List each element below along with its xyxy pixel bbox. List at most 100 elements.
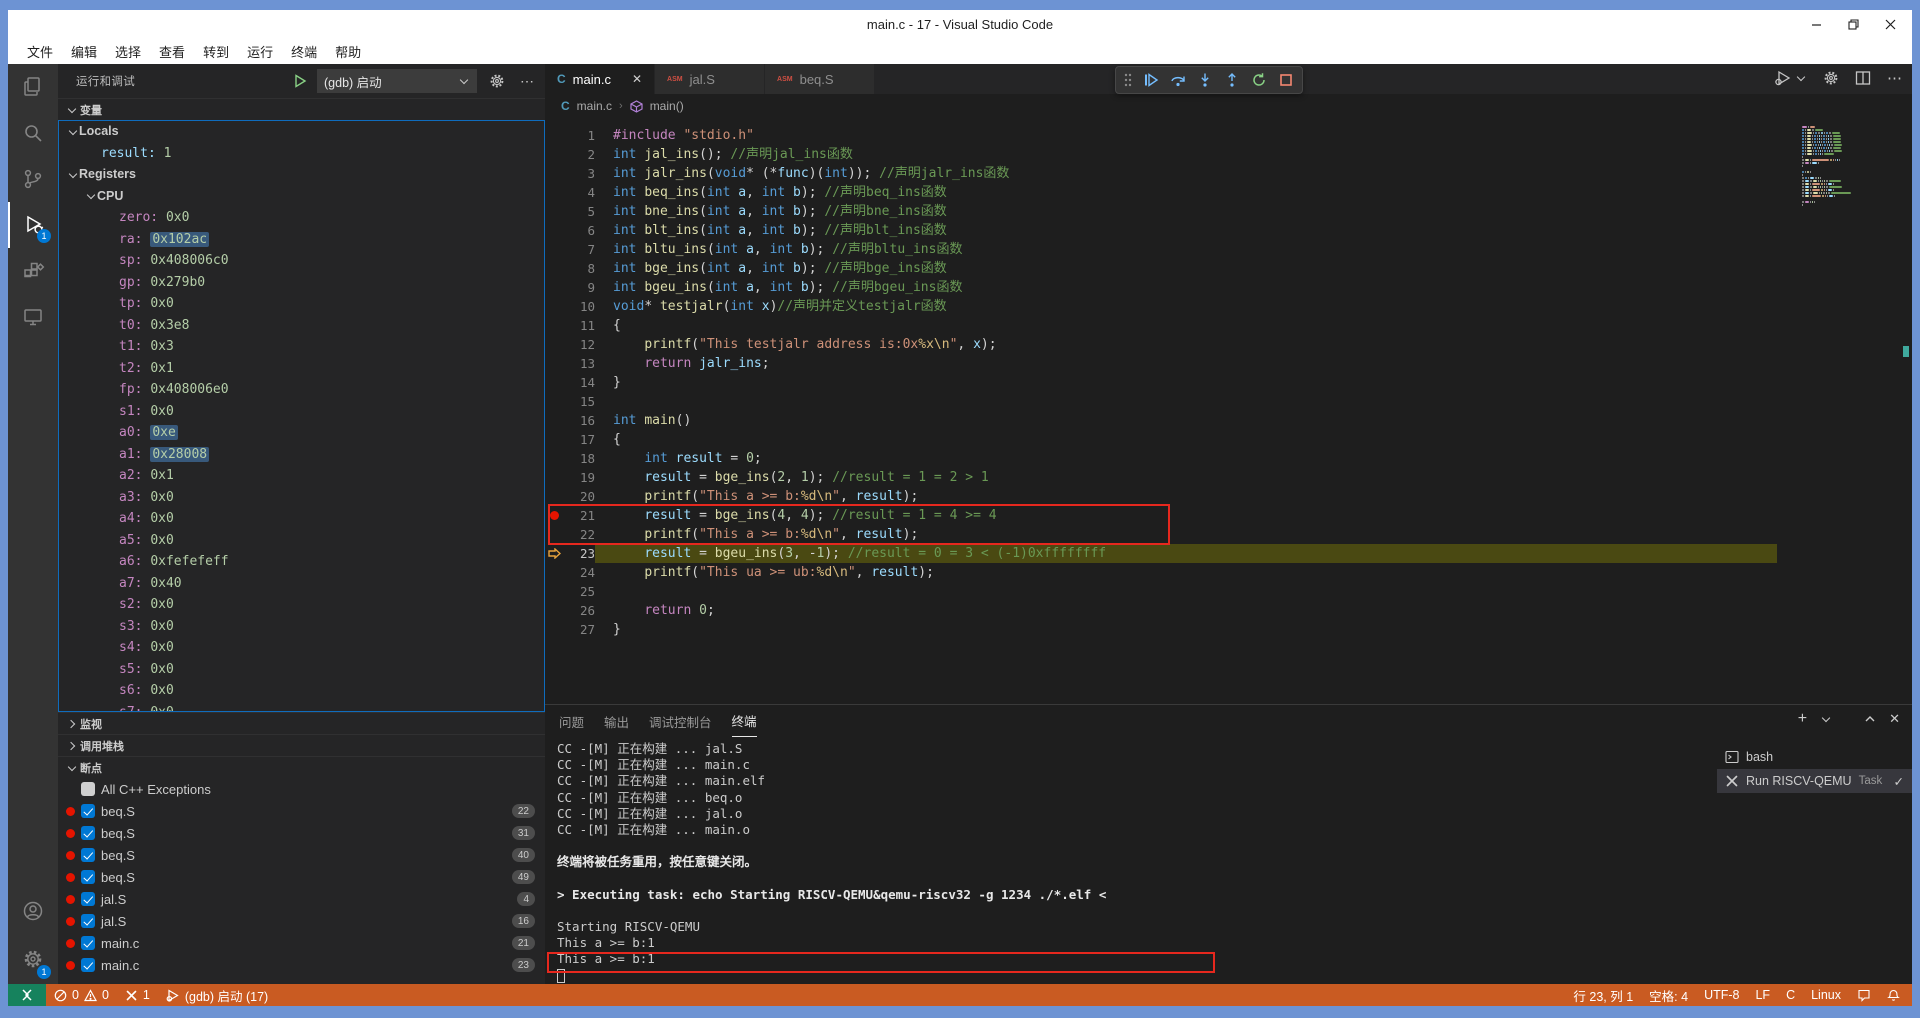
code-line[interactable]: 12 printf("This testjalr address is:0x%x… <box>545 335 1912 354</box>
breakpoint-row[interactable]: jal.S4 <box>58 888 545 910</box>
indentation[interactable]: 空格: 4 <box>1641 984 1696 1006</box>
panel-tab-调试控制台[interactable]: 调试控制台 <box>649 705 712 737</box>
code-line[interactable]: 6int blt_ins(int a, int b); //声明blt_ins函… <box>545 221 1912 240</box>
line-number[interactable]: 6 <box>563 223 595 238</box>
line-number[interactable]: 22 <box>563 527 595 542</box>
toolbar-drag-handle[interactable] <box>1124 72 1132 88</box>
code-line[interactable]: 5int bne_ins(int a, int b); //声明bne_ins函… <box>545 202 1912 221</box>
breakpoint-row[interactable]: beq.S40 <box>58 844 545 866</box>
code-line[interactable]: 7int bltu_ins(int a, int b); //声明bltu_in… <box>545 240 1912 259</box>
line-number[interactable]: 5 <box>563 204 595 219</box>
exception-breakpoint-row[interactable]: All C++ Exceptions <box>58 778 545 800</box>
code-line[interactable]: 3int jalr_ins(void* (*func)(int)); //声明j… <box>545 164 1912 183</box>
cursor-position[interactable]: 行 23, 列 1 <box>1565 984 1641 1006</box>
menu-item[interactable]: 编辑 <box>62 39 106 64</box>
gutter-cell[interactable] <box>545 511 563 520</box>
line-number[interactable]: 21 <box>563 508 595 523</box>
line-number[interactable]: 18 <box>563 451 595 466</box>
register-row[interactable]: a1: 0x28008 <box>59 444 544 466</box>
menu-item[interactable]: 查看 <box>150 39 194 64</box>
code-editor[interactable]: 1#include "stdio.h"2int jal_ins(); //声明j… <box>545 118 1912 704</box>
watch-section-header[interactable]: 监视 <box>58 712 545 734</box>
step-out-button[interactable] <box>1224 72 1240 88</box>
code-line[interactable]: 17{ <box>545 430 1912 449</box>
code-line[interactable]: 19 result = bge_ins(2, 1); //result = 1 … <box>545 468 1912 487</box>
line-number[interactable]: 24 <box>563 565 595 580</box>
breakpoint-checkbox[interactable] <box>81 826 95 840</box>
line-number[interactable]: 25 <box>563 584 595 599</box>
more-actions-icon[interactable]: ⋯ <box>517 71 537 91</box>
maximize-panel-icon[interactable] <box>1864 713 1876 725</box>
breadcrumb-symbol[interactable]: main() <box>650 99 684 113</box>
register-row[interactable]: t2: 0x1 <box>59 358 544 380</box>
line-number[interactable]: 2 <box>563 147 595 162</box>
panel-tab-问题[interactable]: 问题 <box>559 705 584 737</box>
line-number[interactable]: 10 <box>563 299 595 314</box>
os-indicator[interactable]: Linux <box>1803 984 1849 1006</box>
code-line[interactable]: 15 <box>545 392 1912 411</box>
line-number[interactable]: 11 <box>563 318 595 333</box>
breakpoint-row[interactable]: main.c21 <box>58 932 545 954</box>
errors-warnings[interactable]: 0 0 <box>46 984 117 1006</box>
close-panel-icon[interactable]: ✕ <box>1889 711 1900 727</box>
register-row[interactable]: t0: 0x3e8 <box>59 315 544 337</box>
register-row[interactable]: fp: 0x408006e0 <box>59 379 544 401</box>
code-line[interactable]: 21 result = bge_ins(4, 4); //result = 1 … <box>545 506 1912 525</box>
line-number[interactable]: 13 <box>563 356 595 371</box>
register-row[interactable]: sp: 0x408006c0 <box>59 250 544 272</box>
breakpoint-checkbox[interactable] <box>81 958 95 972</box>
step-into-button[interactable] <box>1197 72 1213 88</box>
register-row[interactable]: tp: 0x0 <box>59 293 544 315</box>
register-row[interactable]: a0: 0xe <box>59 422 544 444</box>
breadcrumb[interactable]: C main.c › main() <box>545 94 1912 118</box>
line-number[interactable]: 9 <box>563 280 595 295</box>
line-number[interactable]: 23 <box>563 546 595 561</box>
breakpoint-row[interactable]: beq.S31 <box>58 822 545 844</box>
debug-session-status[interactable]: (gdb) 启动 (17) <box>158 984 276 1006</box>
line-number[interactable]: 19 <box>563 470 595 485</box>
line-number[interactable]: 17 <box>563 432 595 447</box>
remote-indicator[interactable] <box>8 984 46 1006</box>
split-editor-icon[interactable] <box>1855 70 1871 86</box>
code-line[interactable]: 13 return jalr_ins; <box>545 354 1912 373</box>
line-number[interactable]: 26 <box>563 603 595 618</box>
start-debug-icon[interactable] <box>293 74 307 88</box>
tab-beq.S[interactable]: ASMbeq.S <box>765 64 875 94</box>
accounts-icon[interactable] <box>8 888 58 934</box>
code-line[interactable]: 18 int result = 0; <box>545 449 1912 468</box>
register-row[interactable]: a4: 0x0 <box>59 508 544 530</box>
code-line[interactable]: 16int main() <box>545 411 1912 430</box>
eol-sequence[interactable]: LF <box>1747 984 1778 1006</box>
code-line[interactable]: 22 printf("This a >= b:%d\n", result); <box>545 525 1912 544</box>
breakpoint-checkbox[interactable] <box>81 848 95 862</box>
scope-registers[interactable]: Registers <box>59 164 544 186</box>
scope-locals[interactable]: Locals <box>59 121 544 143</box>
run-and-debug-icon[interactable]: 1 <box>8 202 58 248</box>
minimize-button[interactable] <box>1811 19 1822 30</box>
register-row[interactable]: gp: 0x279b0 <box>59 272 544 294</box>
line-number[interactable]: 7 <box>563 242 595 257</box>
code-line[interactable]: 26 return 0; <box>545 601 1912 620</box>
restore-button[interactable] <box>1848 19 1859 30</box>
breakpoint-checkbox[interactable] <box>81 804 95 818</box>
breakpoint-row[interactable]: beq.S49 <box>58 866 545 888</box>
close-button[interactable] <box>1885 19 1896 30</box>
code-line[interactable]: 1#include "stdio.h" <box>545 126 1912 145</box>
code-line[interactable]: 25 <box>545 582 1912 601</box>
line-number[interactable]: 27 <box>563 622 595 637</box>
line-number[interactable]: 4 <box>563 185 595 200</box>
breakpoint-checkbox[interactable] <box>81 892 95 906</box>
local-variable[interactable]: result: 1 <box>59 143 544 165</box>
code-line[interactable]: 10void* testjalr(int x)//声明并定义testjalr函数 <box>545 297 1912 316</box>
settings-gear-icon[interactable]: 1 <box>8 934 58 984</box>
terminal-session-Run RISCV-QEMU[interactable]: Run RISCV-QEMUTask✓ <box>1717 769 1912 793</box>
menu-item[interactable]: 终端 <box>282 39 326 64</box>
line-number[interactable]: 20 <box>563 489 595 504</box>
code-line[interactable]: 4int beq_ins(int a, int b); //声明beq_ins函… <box>545 183 1912 202</box>
debug-settings-gear-icon[interactable] <box>487 71 507 91</box>
registers-cpu-group[interactable]: CPU <box>59 186 544 208</box>
run-or-debug-button[interactable] <box>1774 70 1807 86</box>
exception-checkbox[interactable] <box>81 782 95 796</box>
code-line[interactable]: 14} <box>545 373 1912 392</box>
register-row[interactable]: a7: 0x40 <box>59 573 544 595</box>
